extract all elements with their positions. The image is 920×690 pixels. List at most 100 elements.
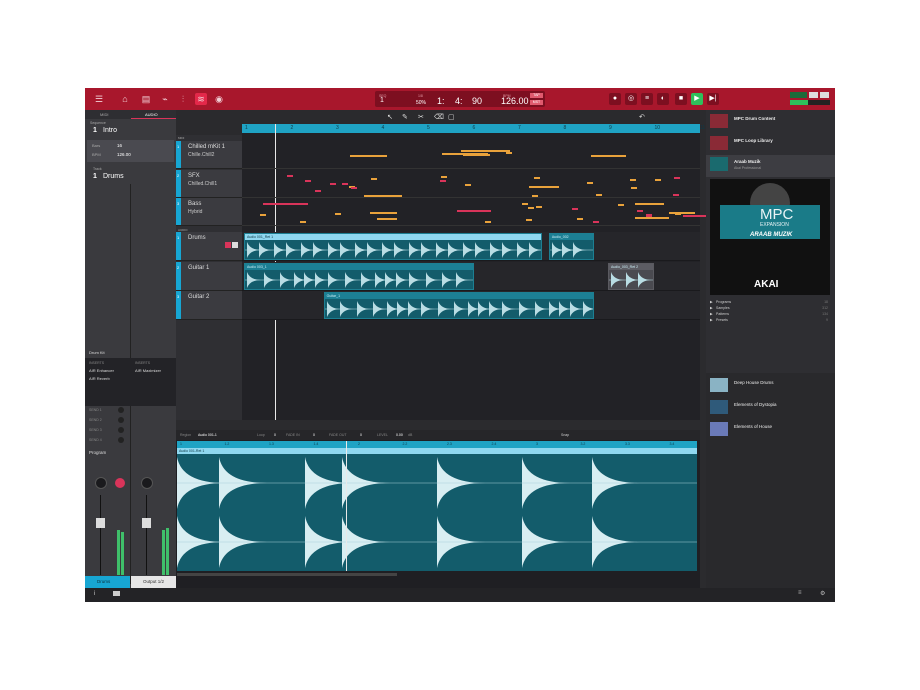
monitor-button[interactable]: [232, 242, 238, 248]
level-value[interactable]: 0.00: [396, 433, 403, 437]
expansion-item[interactable]: Elements of House: [710, 420, 831, 440]
bars-value[interactable]: 16: [117, 143, 122, 148]
midi-note[interactable]: [364, 195, 402, 198]
midi-note[interactable]: [531, 195, 538, 197]
drumkit-selector[interactable]: Drum Kit: [89, 350, 105, 355]
record-icon[interactable]: ◉: [213, 93, 225, 105]
expansion-item[interactable]: Deep House Drums: [710, 376, 831, 396]
track-name[interactable]: Drums: [188, 235, 206, 241]
midi-note[interactable]: [314, 189, 321, 192]
midi-note[interactable]: [536, 206, 543, 209]
midi-note[interactable]: [350, 154, 388, 157]
automation-icon[interactable]: ⌁: [159, 93, 171, 105]
midi-note[interactable]: [330, 183, 337, 186]
audio-clip[interactable]: Audio 001_Ret 1: [244, 233, 543, 260]
browser-item-drum-content[interactable]: MPC Drum Content: [710, 112, 831, 132]
tab-audio[interactable]: AUDIO: [145, 112, 158, 117]
bpm-value[interactable]: 126.00: [117, 152, 131, 157]
midi-note[interactable]: [673, 176, 680, 179]
program-selector[interactable]: Hybrid: [188, 209, 202, 215]
tick-value[interactable]: 90: [472, 96, 482, 106]
sequence-number[interactable]: 1: [93, 127, 97, 134]
bar-value[interactable]: 1:: [437, 96, 445, 106]
automation-button[interactable]: ◐: [657, 93, 669, 105]
midi-note[interactable]: [646, 214, 653, 217]
browser-item-araab-muzik[interactable]: Araab Muzik Akai Professional: [706, 155, 835, 177]
track-name[interactable]: Guitar 1: [188, 265, 209, 271]
midi-note[interactable]: [441, 175, 448, 178]
editor-waveform[interactable]: [177, 454, 697, 571]
midi-note[interactable]: [528, 186, 560, 189]
midi-track-header[interactable]: 1 Chilled mKit 1 Chille.Chill2: [176, 141, 242, 169]
pointer-tool-icon[interactable]: ↖: [387, 113, 393, 121]
send-knob[interactable]: [118, 437, 124, 443]
audio-track-header[interactable]: 2 Guitar 1: [176, 262, 242, 291]
tab-midi[interactable]: MIDI: [100, 112, 108, 117]
midi-note[interactable]: [465, 183, 472, 186]
volume-fader[interactable]: [96, 518, 105, 528]
midi-note[interactable]: [654, 179, 661, 182]
insert-slot[interactable]: AIR Enhancer: [89, 368, 114, 373]
undo-icon[interactable]: ↶: [639, 113, 645, 121]
erase-tool-icon[interactable]: ⌫: [434, 113, 444, 121]
expansion-item[interactable]: Elements of Dystopia: [710, 398, 831, 418]
audio-clip[interactable]: Audio_002: [548, 233, 595, 260]
midi-note[interactable]: [521, 202, 528, 205]
channel-drums[interactable]: Drums: [85, 576, 130, 588]
mixer-icon[interactable]: ⫶: [177, 93, 189, 105]
midi-note[interactable]: [526, 219, 533, 222]
track-name[interactable]: Chilled mKit 1: [188, 144, 225, 150]
midi-note[interactable]: [534, 176, 541, 179]
sequence-name[interactable]: Intro: [103, 127, 117, 134]
midi-note[interactable]: [673, 194, 680, 197]
midi-note[interactable]: [682, 215, 708, 218]
midi-note[interactable]: [636, 210, 643, 213]
region-selector[interactable]: Audio 001-1: [198, 433, 217, 437]
midi-note[interactable]: [596, 193, 602, 196]
browser-item-loop-library[interactable]: MPC Loop Library: [710, 134, 831, 154]
midi-note[interactable]: [593, 221, 600, 224]
midi-note[interactable]: [572, 208, 579, 211]
editor-playhead[interactable]: [346, 441, 347, 571]
save-icon[interactable]: ▤: [140, 93, 152, 105]
audio-clip[interactable]: Guitar_1: [323, 292, 595, 319]
track-name[interactable]: Drums: [103, 173, 124, 180]
pencil-tool-icon[interactable]: ✎: [402, 113, 408, 121]
program-selector[interactable]: Program: [89, 450, 106, 455]
track-name[interactable]: Bass: [188, 201, 201, 207]
settings-icon[interactable]: ⚙: [820, 590, 825, 597]
play-button[interactable]: ▶: [691, 93, 703, 105]
midi-note[interactable]: [370, 177, 377, 180]
midi-note[interactable]: [341, 182, 348, 185]
bpm-value[interactable]: 126.00: [501, 96, 529, 106]
channel-output[interactable]: Output 1/2: [131, 576, 176, 588]
info-icon[interactable]: i: [94, 591, 95, 597]
program-selector[interactable]: Chille.Chill2: [188, 152, 214, 158]
insert-slot[interactable]: AIR Reverb: [89, 376, 110, 381]
midi-note[interactable]: [635, 216, 670, 219]
split-tool-icon[interactable]: ✂: [418, 113, 424, 121]
volume-fader[interactable]: [142, 518, 151, 528]
record-arm-button[interactable]: [115, 478, 125, 488]
midi-note[interactable]: [442, 153, 489, 156]
program-selector[interactable]: Chilled.Chill1: [188, 181, 217, 187]
pan-knob[interactable]: [141, 477, 153, 489]
midi-note[interactable]: [618, 204, 625, 207]
overdub-button[interactable]: ◎: [625, 93, 637, 105]
midi-note[interactable]: [629, 179, 636, 182]
list-view-icon[interactable]: ≡: [798, 590, 802, 596]
midi-note[interactable]: [299, 220, 306, 223]
audio-clip[interactable]: Audio_003_Ret 2: [608, 263, 654, 290]
pan-knob[interactable]: [95, 477, 107, 489]
home-icon[interactable]: ⌂: [119, 93, 131, 105]
audio-clip[interactable]: Audio 003_1: [244, 263, 474, 290]
midi-note[interactable]: [506, 152, 513, 155]
insert-slot[interactable]: AIR Maximizer: [135, 368, 161, 373]
fadein-value[interactable]: 0: [313, 433, 315, 437]
send-knob[interactable]: [118, 417, 124, 423]
midi-note[interactable]: [335, 212, 342, 215]
midi-note[interactable]: [440, 179, 447, 182]
midi-note[interactable]: [590, 154, 626, 157]
midi-note[interactable]: [457, 210, 491, 213]
play-start-button[interactable]: ▶|: [707, 93, 719, 105]
